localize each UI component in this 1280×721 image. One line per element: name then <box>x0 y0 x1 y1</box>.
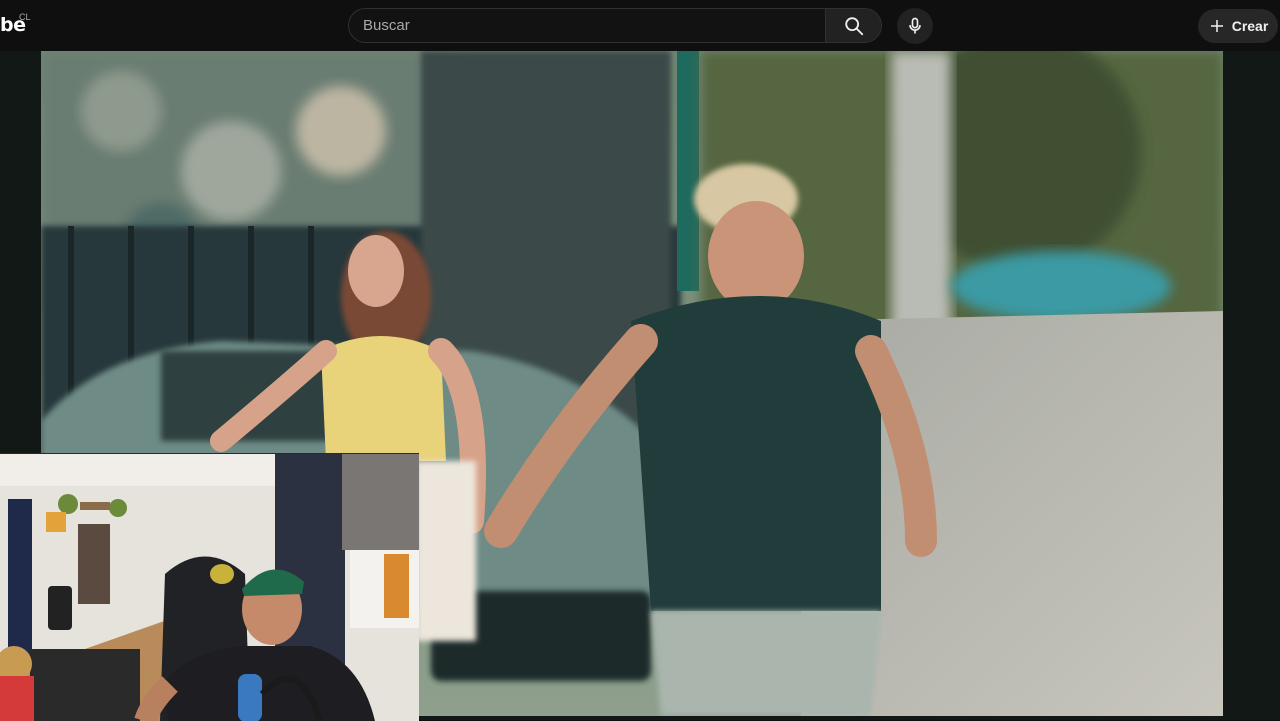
search-input[interactable] <box>349 9 827 42</box>
search-box <box>348 8 882 43</box>
create-button-label: Crear <box>1231 18 1269 34</box>
microphone-icon <box>909 17 921 34</box>
logo-region-code: CL <box>19 12 31 22</box>
create-button[interactable]: Crear <box>1198 9 1278 43</box>
webcam-scene <box>0 454 419 721</box>
webcam-overlay <box>0 453 419 721</box>
video-player[interactable] <box>0 51 1280 721</box>
search-button[interactable] <box>825 9 881 42</box>
top-bar: be CL Crear <box>0 0 1280 51</box>
plus-icon <box>1210 20 1223 32</box>
search-icon <box>844 16 863 35</box>
voice-search-button[interactable] <box>897 8 933 44</box>
